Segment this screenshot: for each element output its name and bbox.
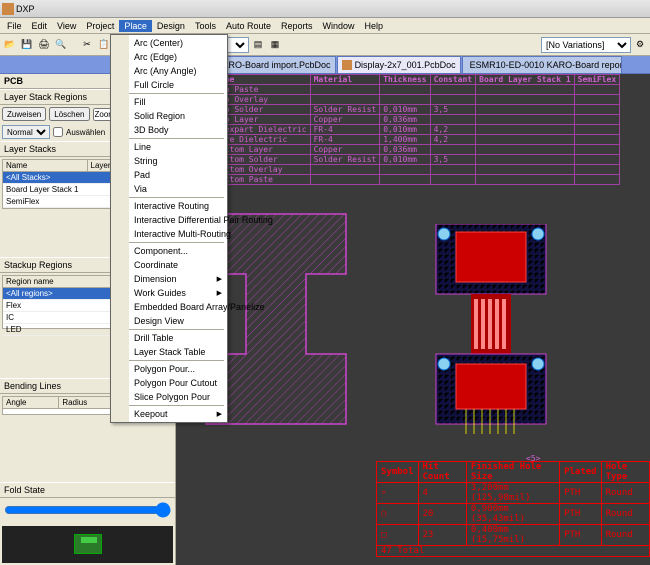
select-checkbox[interactable] — [53, 127, 63, 137]
menu-tools[interactable]: Tools — [190, 20, 221, 32]
menu-item-dimension[interactable]: Dimension▶ — [112, 272, 226, 286]
document-tab[interactable]: Display-2x7_001.PcbDoc — [337, 56, 461, 73]
menu-item-interactive-routing[interactable]: Interactive Routing — [112, 199, 226, 213]
place-menu: Arc (Center)Arc (Edge)Arc (Any Angle)Ful… — [110, 34, 228, 423]
document-tabs: 0010 KARO-Board import.PcbDocDisplay-2x7… — [0, 56, 650, 74]
menu-place[interactable]: Place — [119, 20, 152, 32]
menu-item-embedded-board-array-panelize[interactable]: Embedded Board Array/Panelize — [112, 300, 226, 314]
menu-reports[interactable]: Reports — [276, 20, 318, 32]
menu-auto-route[interactable]: Auto Route — [221, 20, 276, 32]
menu-item-interactive-differential-pair-routing[interactable]: Interactive Differential Pair Routing — [112, 213, 226, 227]
menu-help[interactable]: Help — [360, 20, 389, 32]
menu-item-slice-polygon-pour[interactable]: Slice Polygon Pour — [112, 390, 226, 404]
cut-icon[interactable]: ✂ — [79, 37, 95, 53]
menu-item-drill-table[interactable]: Drill Table — [112, 331, 226, 345]
pcb-canvas[interactable]: LayerNameMaterialThicknessConstantBoard … — [176, 74, 650, 565]
menu-item-3d-body[interactable]: 3D Body — [112, 123, 226, 137]
menu-project[interactable]: Project — [81, 20, 119, 32]
menu-item-interactive-multi-routing[interactable]: Interactive Multi-Routing — [112, 227, 226, 241]
layer-icon[interactable]: ▤ — [250, 37, 266, 53]
menu-item-layer-stack-table[interactable]: Layer Stack Table — [112, 345, 226, 359]
grid-icon[interactable]: ▦ — [267, 37, 283, 53]
print-icon[interactable]: 🖨 — [36, 37, 52, 53]
menu-item-polygon-pour-cutout[interactable]: Polygon Pour Cutout — [112, 376, 226, 390]
menu-item-work-guides[interactable]: Work Guides▶ — [112, 286, 226, 300]
menu-item-line[interactable]: Line — [112, 140, 226, 154]
menu-item-arc-center-[interactable]: Arc (Center) — [112, 36, 226, 50]
menu-window[interactable]: Window — [318, 20, 360, 32]
menu-item-design-view[interactable]: Design View — [112, 314, 226, 328]
pcb-component — [426, 224, 556, 444]
normal-combo[interactable]: Normal — [2, 125, 50, 139]
variations-select[interactable]: [No Variations] — [541, 37, 631, 53]
open-icon[interactable]: 📂 — [2, 37, 18, 53]
menu-item-keepout[interactable]: Keepout▶ — [112, 407, 226, 421]
menu-item-full-circle[interactable]: Full Circle — [112, 78, 226, 92]
gear-icon[interactable]: ⚙ — [632, 37, 648, 53]
menu-item-polygon-pour-[interactable]: Polygon Pour... — [112, 362, 226, 376]
menu-item-pad[interactable]: Pad — [112, 168, 226, 182]
menu-item-arc-edge-[interactable]: Arc (Edge) — [112, 50, 226, 64]
menu-item-component-[interactable]: Component... — [112, 244, 226, 258]
save-icon[interactable]: 💾 — [19, 37, 35, 53]
assign-button[interactable]: Zuweisen — [2, 107, 46, 121]
menu-item-arc-any-angle-[interactable]: Arc (Any Angle) — [112, 64, 226, 78]
menu-view[interactable]: View — [52, 20, 81, 32]
section-fold: Fold State — [0, 482, 175, 498]
menu-file[interactable]: File — [2, 20, 27, 32]
app-icon — [2, 3, 14, 15]
menu-item-coordinate[interactable]: Coordinate — [112, 258, 226, 272]
menubar: FileEditViewProjectPlaceDesignToolsAuto … — [0, 18, 650, 34]
zoom-icon[interactable]: 🔍 — [53, 37, 69, 53]
layer-stack-table: LayerNameMaterialThicknessConstantBoard … — [180, 74, 620, 185]
menu-edit[interactable]: Edit — [27, 20, 53, 32]
preview-3d — [2, 526, 173, 563]
menu-design[interactable]: Design — [152, 20, 190, 32]
menu-item-fill[interactable]: Fill — [112, 95, 226, 109]
select-label: Auswählen — [66, 128, 105, 137]
toolbar-1: 📂 💾 🖨 🔍 ✂ 📋 ▦ Altium Standard 2D ▤ ▦ [No… — [0, 34, 650, 56]
menu-item-string[interactable]: String — [112, 154, 226, 168]
drill-hole-table: SymbolHit CountFinished Hole SizePlatedH… — [376, 461, 650, 557]
document-tab[interactable]: ESMR10-ED-0010 KARO-Board report.PcbDoc.… — [462, 56, 622, 73]
fold-slider[interactable] — [4, 502, 171, 518]
delete-button[interactable]: Löschen — [49, 107, 89, 121]
app-title: DXP — [16, 4, 35, 14]
menu-item-solid-region[interactable]: Solid Region — [112, 109, 226, 123]
menu-item-via[interactable]: Via — [112, 182, 226, 196]
